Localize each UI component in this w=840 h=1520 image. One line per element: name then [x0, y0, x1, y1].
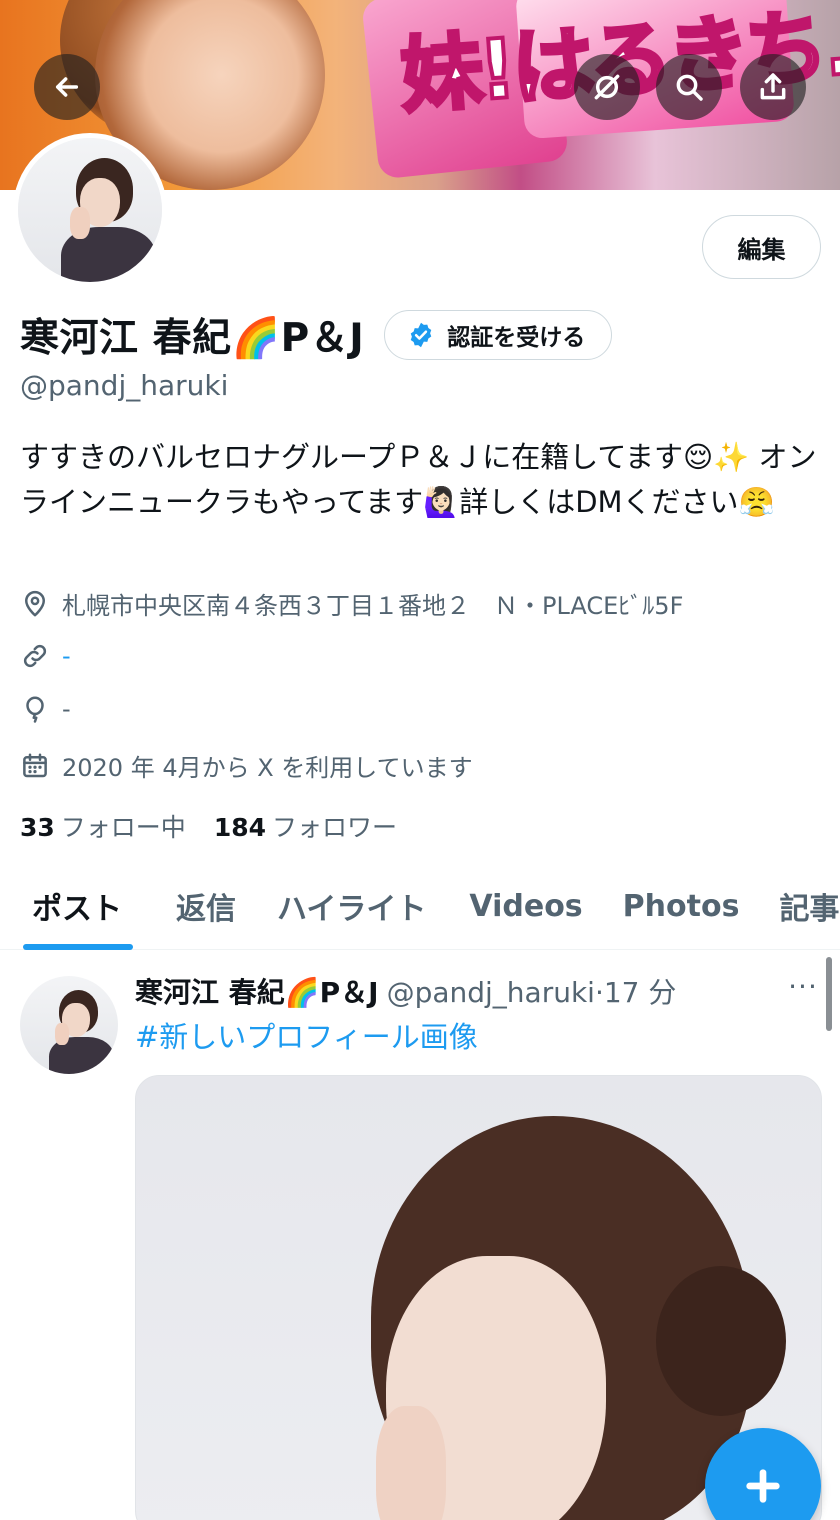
profile-tabs: ポスト 返信 ハイライト Videos Photos 記事	[0, 862, 840, 950]
share-icon	[760, 73, 786, 100]
post-header: 寒河江 春紀🌈P＆J @pandj_haruki·17 分	[135, 970, 676, 1012]
post-author-name[interactable]: 寒河江 春紀🌈P＆J	[135, 971, 379, 1011]
profile-joined: 2020 年 4月から X を利用しています	[20, 748, 473, 783]
share-button[interactable]	[740, 54, 806, 120]
profile-avatar[interactable]	[13, 133, 167, 287]
search-button[interactable]	[656, 54, 722, 120]
tab-photos[interactable]: Photos	[623, 862, 740, 950]
edit-profile-button[interactable]: 編集	[702, 215, 821, 279]
profile-handle: @pandj_haruki	[20, 369, 229, 402]
more-options-button[interactable]: ···	[785, 970, 821, 1010]
followers-label: フォロワー	[272, 813, 398, 842]
following-link[interactable]: 33 フォロー中	[20, 808, 186, 844]
following-count: 33	[20, 813, 55, 842]
location-pin-icon	[25, 590, 45, 616]
post-avatar-image	[20, 976, 118, 1074]
profile-link[interactable]: -	[20, 641, 71, 671]
scrollbar[interactable]	[826, 957, 832, 1031]
following-label: フォロー中	[60, 813, 186, 842]
tab-highlights[interactable]: ハイライト	[277, 862, 426, 950]
tab-videos[interactable]: Videos	[469, 862, 582, 950]
plus-icon	[746, 1469, 780, 1503]
profile-location: 札幌市中央区南４条西３丁目１番地２ Ｎ・PLACEﾋﾞﾙ5F	[20, 586, 683, 621]
tab-replies[interactable]: 返信	[176, 862, 236, 950]
profile-name: 寒河江 春紀🌈P＆J	[20, 316, 365, 361]
get-verified-button[interactable]: 認証を受ける	[384, 310, 613, 360]
tab-videos-label: Videos	[469, 888, 583, 924]
link-text[interactable]: -	[62, 642, 71, 670]
post-avatar[interactable]	[20, 976, 118, 1074]
profile-birthday: -	[20, 694, 71, 724]
link-icon	[23, 644, 47, 668]
mute-button[interactable]	[574, 54, 640, 120]
tab-highlights-label: ハイライト	[277, 892, 427, 927]
tab-articles-label: 記事	[779, 892, 840, 927]
followers-count: 184	[213, 813, 266, 842]
eye-slash-icon	[594, 74, 620, 100]
tab-articles[interactable]: 記事	[779, 862, 839, 950]
tab-replies-label: 返信	[176, 892, 236, 927]
back-button[interactable]	[34, 54, 100, 120]
post-hashtag[interactable]: #新しいプロフィール画像	[135, 1014, 478, 1056]
active-tab-indicator	[23, 944, 133, 950]
follow-stats: 33 フォロー中 184 フォロワー	[20, 808, 397, 844]
birthday-text: -	[62, 695, 71, 723]
location-text: 札幌市中央区南４条西３丁目１番地２ Ｎ・PLACEﾋﾞﾙ5F	[62, 592, 684, 620]
search-icon	[676, 74, 703, 101]
verified-badge-icon	[410, 322, 432, 348]
avatar-image	[18, 138, 162, 282]
arrow-left-icon	[55, 77, 79, 97]
post-handle-time[interactable]: @pandj_haruki·17 分	[387, 971, 677, 1011]
tab-posts[interactable]: ポスト	[23, 862, 133, 950]
balloon-icon	[26, 696, 44, 723]
joined-text: 2020 年 4月から X を利用しています	[62, 754, 473, 782]
get-verified-label: 認証を受ける	[447, 325, 586, 351]
profile-bio: すすきのバルセロナグループＰ＆Ｊに在籍してます😌✨ オンラインニュークラもやって…	[20, 440, 817, 519]
followers-link[interactable]: 184 フォロワー	[214, 808, 397, 844]
tab-posts-label: ポスト	[32, 892, 122, 927]
profile-name-row: 寒河江 春紀🌈P＆J 認証を受ける	[20, 305, 613, 365]
calendar-icon	[23, 753, 47, 777]
tab-photos-label: Photos	[622, 888, 740, 924]
